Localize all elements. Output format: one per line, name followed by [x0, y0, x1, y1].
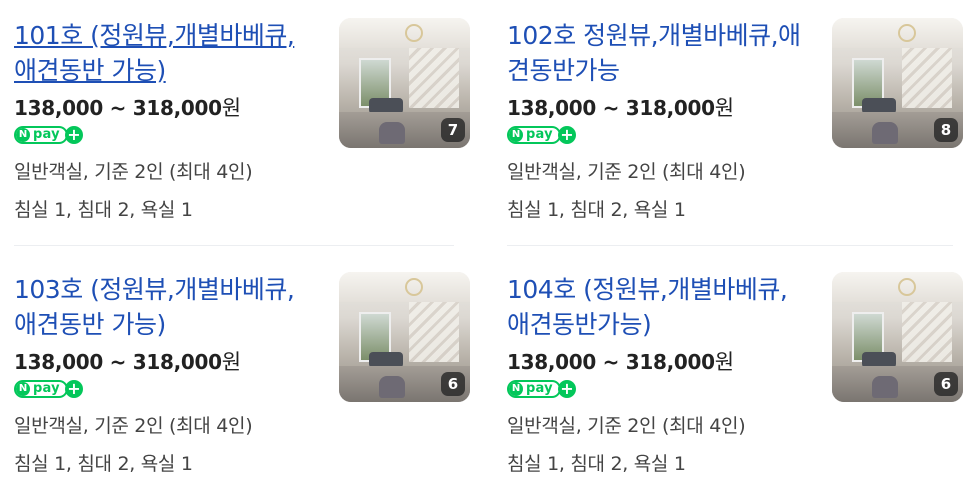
room-beds: 침실 1, 침대 2, 욕실 1 [14, 453, 193, 475]
photo-chair [872, 122, 898, 144]
plus-icon: + [558, 126, 576, 144]
naver-pay-badge[interactable]: N pay + [14, 126, 83, 144]
photo-stair [902, 48, 952, 108]
photo-chair [379, 122, 405, 144]
room-photo[interactable]: 7 [339, 18, 470, 148]
npay-label: pay [33, 381, 60, 396]
naver-pay-badge[interactable]: N pay + [507, 380, 576, 398]
photo-chair [379, 376, 405, 398]
price-range-value: 138,000 ~ 318,000 [14, 96, 222, 120]
room-beds: 침실 1, 침대 2, 욕실 1 [14, 199, 193, 221]
photo-chair [872, 376, 898, 398]
price-range-value: 138,000 ~ 318,000 [14, 350, 222, 374]
plus-icon: + [558, 380, 576, 398]
photo-stair [409, 48, 459, 108]
room-capacity: 일반객실, 기준 2인 (최대 4인) [14, 415, 253, 437]
room-beds: 침실 1, 침대 2, 욕실 1 [507, 453, 686, 475]
room-photo[interactable]: 6 [832, 272, 963, 402]
price-currency: 원 [714, 96, 734, 120]
price-range: 138,000 ~ 318,000원 [14, 92, 241, 122]
room-title-link[interactable]: 101호 (정원뷰,개별바베큐, 애견동반 가능) [14, 18, 314, 88]
room-card-101: 101호 (정원뷰,개별바베큐, 애견동반 가능) 138,000 ~ 318,… [14, 18, 471, 248]
room-capacity: 일반객실, 기준 2인 (최대 4인) [507, 415, 746, 437]
photo-lamp [405, 278, 423, 296]
price-range-value: 138,000 ~ 318,000 [507, 350, 715, 374]
plus-icon: + [65, 380, 83, 398]
price-currency: 원 [714, 350, 734, 374]
naver-pay-badge[interactable]: N pay + [14, 380, 83, 398]
row-divider [14, 245, 454, 246]
npay-label: pay [33, 127, 60, 142]
naver-n-icon: N [16, 128, 30, 142]
room-title-link[interactable]: 103호 (정원뷰,개별바베큐,애견동반 가능) [14, 272, 314, 342]
room-title-link[interactable]: 102호 정원뷰,개별바베큐,애견동반가능 [507, 18, 807, 88]
price-range: 138,000 ~ 318,000원 [507, 346, 734, 376]
npay-label: pay [526, 381, 553, 396]
photo-lamp [898, 278, 916, 296]
room-title-link[interactable]: 104호 (정원뷰,개별바베큐,애견동반가능) [507, 272, 807, 342]
naver-pay-badge[interactable]: N pay + [507, 126, 576, 144]
room-photo[interactable]: 6 [339, 272, 470, 402]
photo-lamp [898, 24, 916, 42]
room-card-102: 102호 정원뷰,개별바베큐,애견동반가능 138,000 ~ 318,000원… [507, 18, 964, 248]
plus-icon: + [65, 126, 83, 144]
room-photo[interactable]: 8 [832, 18, 963, 148]
photo-count-badge: 6 [934, 372, 958, 396]
photo-stair [902, 302, 952, 362]
naver-n-icon: N [16, 382, 30, 396]
photo-count-badge: 7 [441, 118, 465, 142]
room-capacity: 일반객실, 기준 2인 (최대 4인) [507, 161, 746, 183]
price-currency: 원 [221, 96, 241, 120]
photo-count-badge: 6 [441, 372, 465, 396]
price-range-value: 138,000 ~ 318,000 [507, 96, 715, 120]
price-range: 138,000 ~ 318,000원 [507, 92, 734, 122]
photo-stair [409, 302, 459, 362]
price-range: 138,000 ~ 318,000원 [14, 346, 241, 376]
naver-n-icon: N [509, 382, 523, 396]
naver-n-icon: N [509, 128, 523, 142]
price-currency: 원 [221, 350, 241, 374]
room-card-104: 104호 (정원뷰,개별바베큐,애견동반가능) 138,000 ~ 318,00… [507, 272, 964, 502]
room-beds: 침실 1, 침대 2, 욕실 1 [507, 199, 686, 221]
photo-lamp [405, 24, 423, 42]
room-card-103: 103호 (정원뷰,개별바베큐,애견동반 가능) 138,000 ~ 318,0… [14, 272, 471, 502]
row-divider [507, 245, 953, 246]
photo-count-badge: 8 [934, 118, 958, 142]
npay-label: pay [526, 127, 553, 142]
room-capacity: 일반객실, 기준 2인 (최대 4인) [14, 161, 253, 183]
